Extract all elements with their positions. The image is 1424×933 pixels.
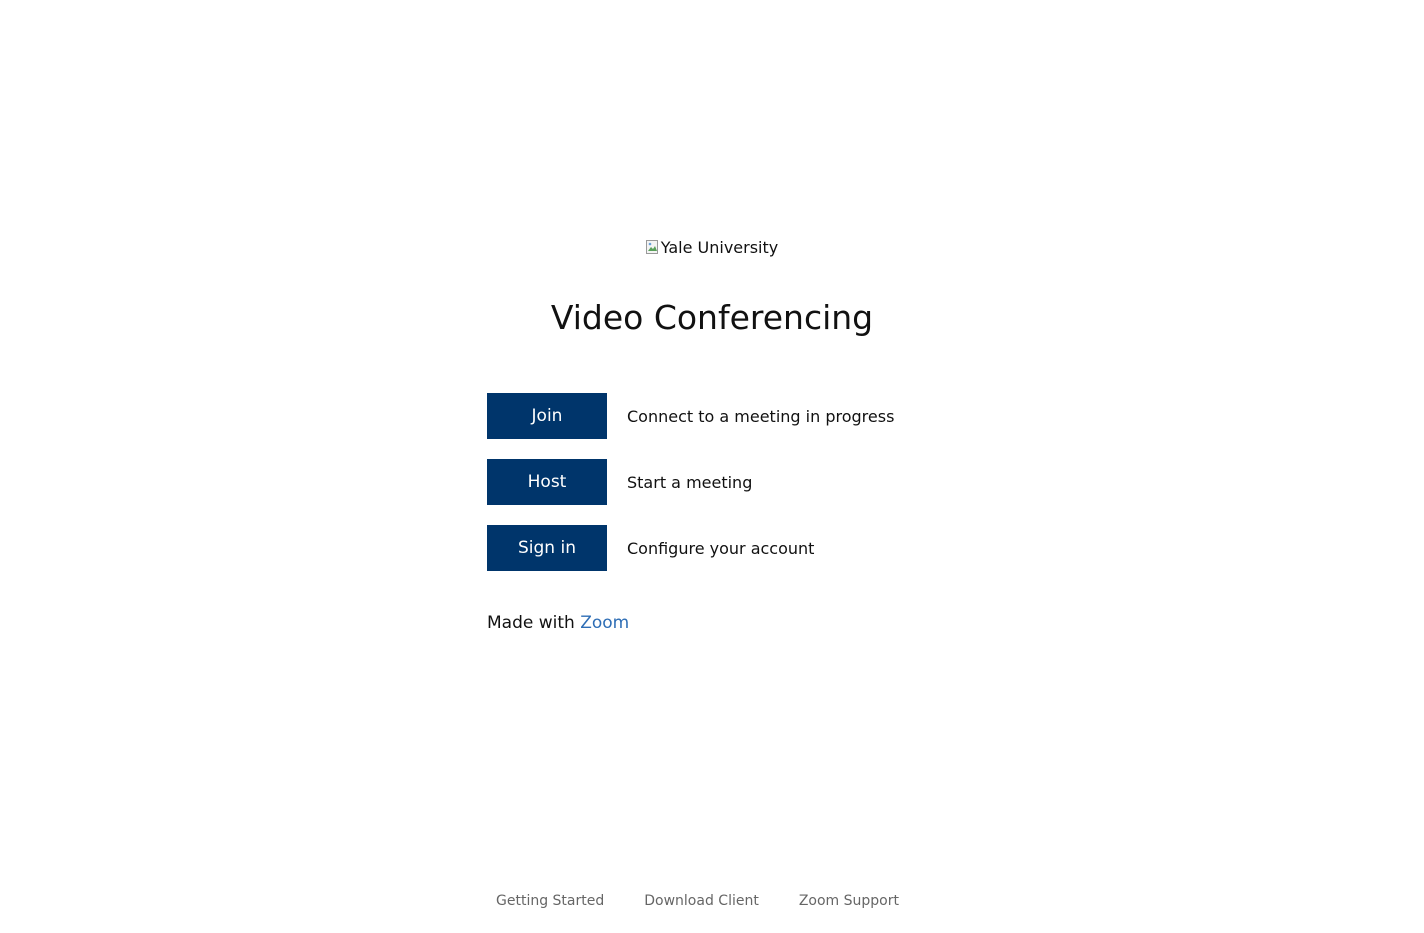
footer-link-download-client[interactable]: Download Client bbox=[644, 893, 759, 909]
sign-in-description: Configure your account bbox=[627, 538, 815, 558]
join-button[interactable]: Join bbox=[487, 393, 607, 439]
action-row-join: Join Connect to a meeting in progress bbox=[487, 393, 947, 439]
page: Yale University Video Conferencing Join … bbox=[0, 0, 1424, 933]
page-title: Video Conferencing bbox=[550, 298, 874, 337]
host-button[interactable]: Host bbox=[487, 459, 607, 505]
join-description: Connect to a meeting in progress bbox=[627, 406, 895, 426]
broken-image-icon bbox=[645, 239, 660, 256]
footer-link-getting-started[interactable]: Getting Started bbox=[496, 893, 604, 909]
logo-container: Yale University bbox=[0, 238, 1424, 257]
host-description: Start a meeting bbox=[627, 472, 753, 492]
made-with-zoom: Made with Zoom bbox=[487, 613, 629, 633]
sign-in-button[interactable]: Sign in bbox=[487, 525, 607, 571]
yale-logo: Yale University bbox=[645, 238, 779, 257]
made-with-prefix: Made with bbox=[487, 613, 575, 633]
logo-alt-text: Yale University bbox=[660, 238, 779, 257]
action-row-sign-in: Sign in Configure your account bbox=[487, 525, 947, 571]
footer-link-zoom-support[interactable]: Zoom Support bbox=[799, 893, 899, 909]
action-row-host: Host Start a meeting bbox=[487, 459, 947, 505]
action-list: Join Connect to a meeting in progress Ho… bbox=[487, 393, 947, 591]
footer-links: Getting Started Download Client Zoom Sup… bbox=[496, 893, 899, 909]
zoom-link[interactable]: Zoom bbox=[580, 613, 629, 633]
